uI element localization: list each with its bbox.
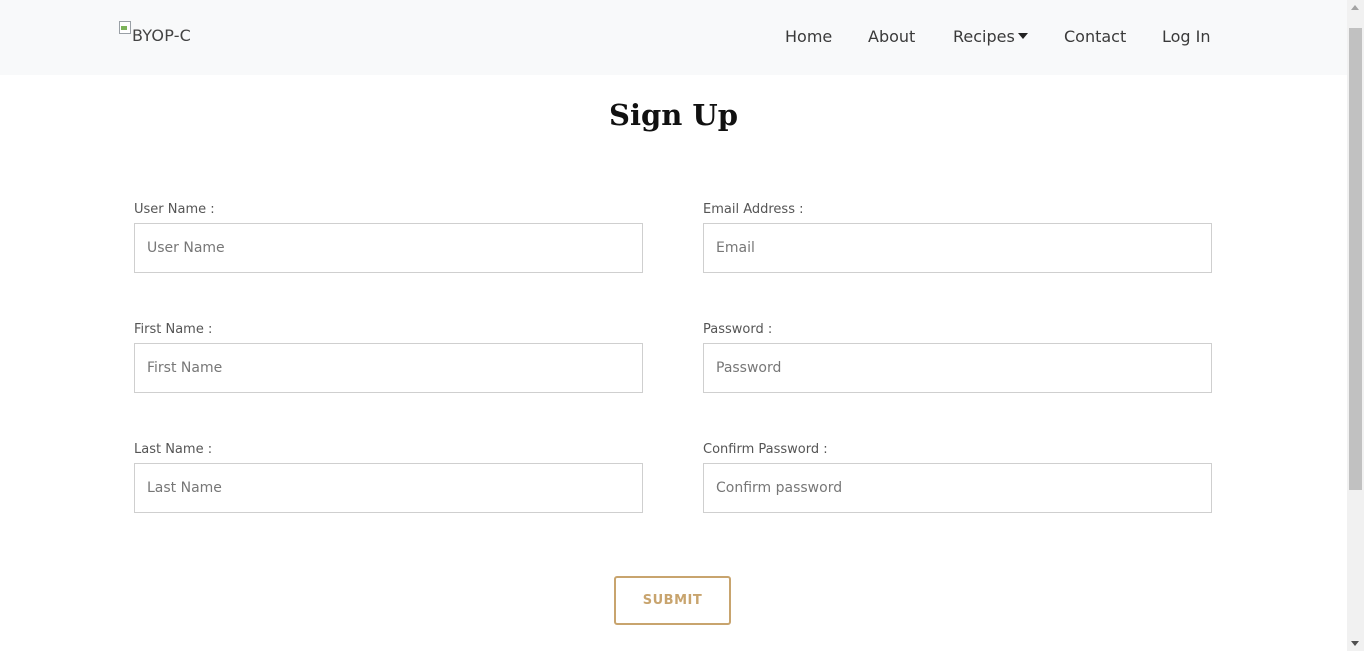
navbar: BYOP-C Home About Recipes Contact Log In: [0, 0, 1347, 75]
caret-down-icon: [1017, 33, 1028, 39]
nav-login-link[interactable]: Log In: [1162, 27, 1211, 46]
nav-about-link[interactable]: About: [868, 27, 915, 46]
username-label: User Name :: [134, 202, 215, 217]
submit-button[interactable]: SUBMIT: [614, 576, 731, 625]
username-input[interactable]: [134, 223, 643, 273]
nav-home-link[interactable]: Home: [785, 27, 832, 46]
confirm-password-input[interactable]: [703, 463, 1212, 513]
last-name-label: Last Name :: [134, 442, 213, 457]
confirm-password-label: Confirm Password :: [703, 442, 828, 457]
nav-recipes-label: Recipes: [953, 27, 1015, 46]
vertical-scrollbar[interactable]: [1347, 0, 1364, 651]
nav-recipes-dropdown[interactable]: Recipes: [953, 27, 1028, 46]
scrollbar-thumb[interactable]: [1349, 28, 1362, 490]
nav-links: Home About Recipes Contact Log In: [0, 27, 1347, 49]
last-name-input[interactable]: [134, 463, 643, 513]
scroll-down-arrow-icon[interactable]: [1351, 641, 1359, 646]
page: BYOP-C Home About Recipes Contact Log In…: [0, 0, 1364, 651]
first-name-label: First Name :: [134, 322, 213, 337]
first-name-input[interactable]: [134, 343, 643, 393]
password-input[interactable]: [703, 343, 1212, 393]
scroll-up-arrow-icon[interactable]: [1351, 5, 1359, 10]
email-label: Email Address :: [703, 202, 804, 217]
page-title: Sign Up: [609, 98, 738, 132]
password-label: Password :: [703, 322, 773, 337]
email-input[interactable]: [703, 223, 1212, 273]
nav-contact-link[interactable]: Contact: [1064, 27, 1126, 46]
